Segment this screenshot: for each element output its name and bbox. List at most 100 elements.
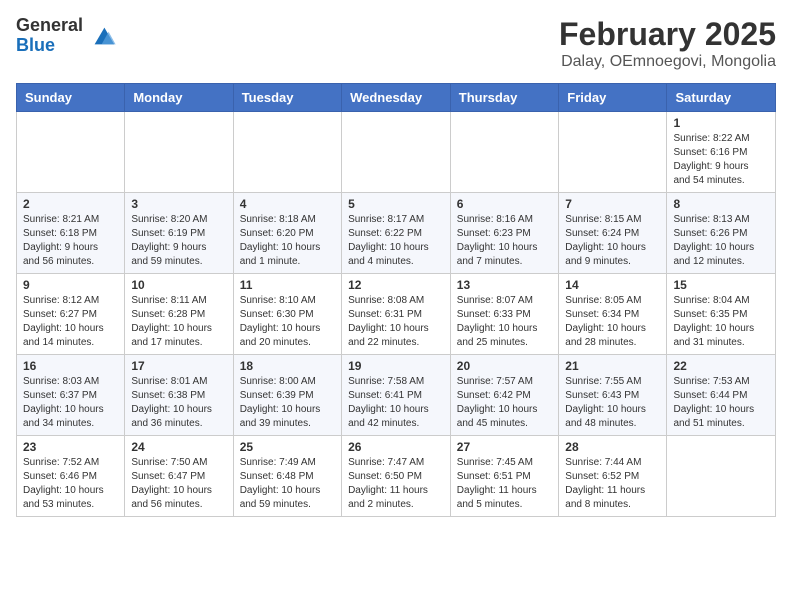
calendar-cell xyxy=(559,112,667,193)
calendar-cell: 26 Sunrise: 7:47 AM Sunset: 6:50 PM Dayli… xyxy=(342,436,451,517)
day-number: 25 xyxy=(240,440,335,454)
day-number: 22 xyxy=(673,359,769,373)
day-number: 24 xyxy=(131,440,226,454)
day-info: Sunrise: 8:13 AM Sunset: 6:26 PM Dayligh… xyxy=(673,213,769,269)
day-info: Sunrise: 7:58 AM Sunset: 6:41 PM Dayligh… xyxy=(348,375,444,431)
day-info: Sunrise: 8:15 AM Sunset: 6:24 PM Dayligh… xyxy=(565,213,660,269)
day-number: 17 xyxy=(131,359,226,373)
title-block: February 2025 Dalay, OEmnoegovi, Mongoli… xyxy=(559,16,776,71)
calendar-cell: 13Sunrise: 8:07 AM Sunset: 6:33 PM Dayli… xyxy=(450,274,559,355)
day-info: Sunrise: 8:20 AM Sunset: 6:19 PM Dayligh… xyxy=(131,213,226,269)
day-info: Sunrise: 8:17 AM Sunset: 6:22 PM Dayligh… xyxy=(348,213,444,269)
day-info: Sunrise: 8:22 AM Sunset: 6:16 PM Dayligh… xyxy=(673,132,769,188)
day-info: Sunrise: 7:55 AM Sunset: 6:43 PM Dayligh… xyxy=(565,375,660,431)
day-number: 23 xyxy=(23,440,118,454)
day-number: 26 xyxy=(348,440,444,454)
weekday-header-wednesday: Wednesday xyxy=(342,84,451,112)
day-info: Sunrise: 8:10 AM Sunset: 6:30 PM Dayligh… xyxy=(240,294,335,350)
calendar-cell: 3 Sunrise: 8:20 AM Sunset: 6:19 PM Daylig… xyxy=(125,193,233,274)
calendar-cell xyxy=(342,112,451,193)
calendar-cell: 28Sunrise: 7:44 AM Sunset: 6:52 PM Dayli… xyxy=(559,436,667,517)
weekday-header-sunday: Sunday xyxy=(17,84,125,112)
weekday-header-tuesday: Tuesday xyxy=(233,84,341,112)
day-number: 19 xyxy=(348,359,444,373)
day-info: Sunrise: 8:00 AM Sunset: 6:39 PM Dayligh… xyxy=(240,375,335,431)
calendar-cell xyxy=(17,112,125,193)
calendar-cell: 12 Sunrise: 8:08 AM Sunset: 6:31 PM Dayli… xyxy=(342,274,451,355)
day-number: 1 xyxy=(673,116,769,130)
calendar-cell: 24 Sunrise: 7:50 AM Sunset: 6:47 PM Dayli… xyxy=(125,436,233,517)
calendar-cell: 10 Sunrise: 8:11 AM Sunset: 6:28 PM Dayli… xyxy=(125,274,233,355)
day-number: 7 xyxy=(565,197,660,211)
week-row-2: 2 Sunrise: 8:21 AM Sunset: 6:18 PM Daylig… xyxy=(17,193,776,274)
day-number: 27 xyxy=(457,440,553,454)
calendar-cell: 25 Sunrise: 7:49 AM Sunset: 6:48 PM Dayli… xyxy=(233,436,341,517)
day-info: Sunrise: 7:47 AM Sunset: 6:50 PM Dayligh… xyxy=(348,456,444,512)
calendar-subtitle: Dalay, OEmnoegovi, Mongolia xyxy=(559,53,776,71)
page-header: General Blue February 2025 Dalay, OEmnoe… xyxy=(16,16,776,71)
day-info: Sunrise: 7:50 AM Sunset: 6:47 PM Dayligh… xyxy=(131,456,226,512)
day-info: Sunrise: 8:21 AM Sunset: 6:18 PM Dayligh… xyxy=(23,213,118,269)
calendar-cell xyxy=(667,436,776,517)
calendar-cell: 22 Sunrise: 7:53 AM Sunset: 6:44 PM Dayli… xyxy=(667,355,776,436)
calendar-cell: 17Sunrise: 8:01 AM Sunset: 6:38 PM Dayli… xyxy=(125,355,233,436)
day-info: Sunrise: 8:03 AM Sunset: 6:37 PM Dayligh… xyxy=(23,375,118,431)
calendar-cell: 11Sunrise: 8:10 AM Sunset: 6:30 PM Dayli… xyxy=(233,274,341,355)
calendar-cell: 1 Sunrise: 8:22 AM Sunset: 6:16 PM Daylig… xyxy=(667,112,776,193)
day-info: Sunrise: 7:49 AM Sunset: 6:48 PM Dayligh… xyxy=(240,456,335,512)
calendar-cell: 6Sunrise: 8:16 AM Sunset: 6:23 PM Daylig… xyxy=(450,193,559,274)
day-info: Sunrise: 7:52 AM Sunset: 6:46 PM Dayligh… xyxy=(23,456,118,512)
day-number: 10 xyxy=(131,278,226,292)
calendar-cell: 27 Sunrise: 7:45 AM Sunset: 6:51 PM Dayli… xyxy=(450,436,559,517)
calendar-cell xyxy=(125,112,233,193)
day-info: Sunrise: 8:11 AM Sunset: 6:28 PM Dayligh… xyxy=(131,294,226,350)
calendar-cell: 23 Sunrise: 7:52 AM Sunset: 6:46 PM Dayli… xyxy=(17,436,125,517)
logo-icon xyxy=(89,22,117,50)
day-info: Sunrise: 8:04 AM Sunset: 6:35 PM Dayligh… xyxy=(673,294,769,350)
logo-blue: Blue xyxy=(16,35,55,55)
calendar-cell: 5 Sunrise: 8:17 AM Sunset: 6:22 PM Daylig… xyxy=(342,193,451,274)
week-row-5: 23 Sunrise: 7:52 AM Sunset: 6:46 PM Dayli… xyxy=(17,436,776,517)
calendar-cell: 15 Sunrise: 8:04 AM Sunset: 6:35 PM Dayli… xyxy=(667,274,776,355)
day-number: 14 xyxy=(565,278,660,292)
weekday-header-saturday: Saturday xyxy=(667,84,776,112)
day-info: Sunrise: 8:05 AM Sunset: 6:34 PM Dayligh… xyxy=(565,294,660,350)
calendar-cell xyxy=(233,112,341,193)
day-number: 20 xyxy=(457,359,553,373)
logo-general: General xyxy=(16,15,83,35)
calendar-cell: 21Sunrise: 7:55 AM Sunset: 6:43 PM Dayli… xyxy=(559,355,667,436)
calendar-cell: 14 Sunrise: 8:05 AM Sunset: 6:34 PM Dayli… xyxy=(559,274,667,355)
day-info: Sunrise: 8:18 AM Sunset: 6:20 PM Dayligh… xyxy=(240,213,335,269)
day-info: Sunrise: 7:44 AM Sunset: 6:52 PM Dayligh… xyxy=(565,456,660,512)
calendar-cell: 2 Sunrise: 8:21 AM Sunset: 6:18 PM Daylig… xyxy=(17,193,125,274)
calendar-cell xyxy=(450,112,559,193)
calendar-cell: 20 Sunrise: 7:57 AM Sunset: 6:42 PM Dayli… xyxy=(450,355,559,436)
calendar-title: February 2025 xyxy=(559,16,776,53)
calendar-cell: 16 Sunrise: 8:03 AM Sunset: 6:37 PM Dayli… xyxy=(17,355,125,436)
day-info: Sunrise: 8:08 AM Sunset: 6:31 PM Dayligh… xyxy=(348,294,444,350)
weekday-header-thursday: Thursday xyxy=(450,84,559,112)
day-number: 2 xyxy=(23,197,118,211)
calendar-cell: 18Sunrise: 8:00 AM Sunset: 6:39 PM Dayli… xyxy=(233,355,341,436)
day-number: 9 xyxy=(23,278,118,292)
weekday-header-monday: Monday xyxy=(125,84,233,112)
calendar-cell: 9Sunrise: 8:12 AM Sunset: 6:27 PM Daylig… xyxy=(17,274,125,355)
week-row-1: 1 Sunrise: 8:22 AM Sunset: 6:16 PM Daylig… xyxy=(17,112,776,193)
day-info: Sunrise: 7:57 AM Sunset: 6:42 PM Dayligh… xyxy=(457,375,553,431)
day-info: Sunrise: 7:53 AM Sunset: 6:44 PM Dayligh… xyxy=(673,375,769,431)
day-number: 13 xyxy=(457,278,553,292)
day-number: 5 xyxy=(348,197,444,211)
day-number: 16 xyxy=(23,359,118,373)
calendar-cell: 4 Sunrise: 8:18 AM Sunset: 6:20 PM Daylig… xyxy=(233,193,341,274)
day-info: Sunrise: 8:16 AM Sunset: 6:23 PM Dayligh… xyxy=(457,213,553,269)
calendar-cell: 19 Sunrise: 7:58 AM Sunset: 6:41 PM Dayli… xyxy=(342,355,451,436)
weekday-header-friday: Friday xyxy=(559,84,667,112)
day-number: 4 xyxy=(240,197,335,211)
day-number: 12 xyxy=(348,278,444,292)
weekday-header-row: SundayMondayTuesdayWednesdayThursdayFrid… xyxy=(17,84,776,112)
week-row-3: 9Sunrise: 8:12 AM Sunset: 6:27 PM Daylig… xyxy=(17,274,776,355)
day-number: 8 xyxy=(673,197,769,211)
day-info: Sunrise: 7:45 AM Sunset: 6:51 PM Dayligh… xyxy=(457,456,553,512)
day-number: 3 xyxy=(131,197,226,211)
day-number: 15 xyxy=(673,278,769,292)
